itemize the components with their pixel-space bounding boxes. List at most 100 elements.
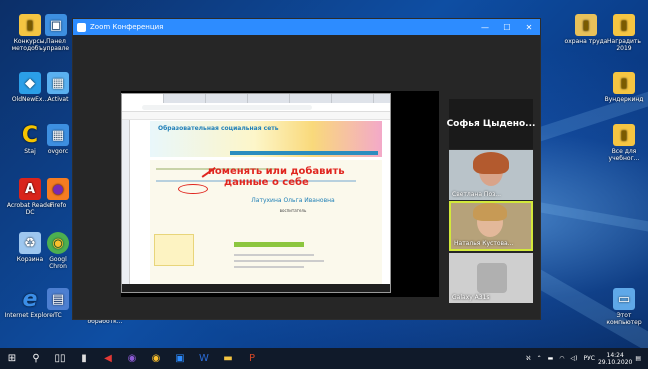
desktop-icon-ovgorc[interactable]: ▦ ovgorc xyxy=(40,124,76,155)
browser-tab xyxy=(122,94,164,103)
desktop-icon-label: Googl Chron xyxy=(49,256,67,270)
zoom-meeting-area: Образовательная социальная сеть Латухина… xyxy=(73,35,540,319)
desktop: ▮ Конкурсы, методобъ... ▣ Панел управле … xyxy=(0,0,648,348)
annotation-line: поменять или добавить xyxy=(208,166,345,177)
site-banner: Образовательная социальная сеть xyxy=(150,121,382,157)
shared-screen[interactable]: Образовательная социальная сеть Латухина… xyxy=(121,91,439,297)
chrome-icon[interactable]: ◉ xyxy=(144,348,168,369)
document-icon: ▮ xyxy=(575,14,597,36)
app-icon: ◆ xyxy=(19,72,41,94)
computer-icon: ▭ xyxy=(613,288,635,310)
zoom-logo-icon xyxy=(77,22,86,32)
desktop-icon-vunderkind[interactable]: ▮ Вундеркинд xyxy=(600,72,648,103)
wifi-icon[interactable]: ◠ xyxy=(559,355,564,362)
participant-name: Софья Цыдено... xyxy=(446,119,536,129)
app-red-icon[interactable]: ◀ xyxy=(96,348,120,369)
clock-date: 29.10.2020 xyxy=(597,358,633,366)
content-line xyxy=(234,260,324,262)
zoom-titlebar[interactable]: Zoom Конференция — ☐ ✕ xyxy=(73,19,540,35)
language-indicator[interactable]: РУС xyxy=(584,355,595,362)
shared-taskbar xyxy=(122,284,390,292)
site-nav-bar xyxy=(230,151,378,155)
folder-icon: ▮ xyxy=(613,72,635,94)
desktop-icon-activat[interactable]: ▦ Activat xyxy=(40,72,76,103)
desktop-icon-vse-dlya[interactable]: ▮ Все для учебног... xyxy=(600,124,648,162)
desktop-icon-tc[interactable]: ▤ TC xyxy=(40,288,76,319)
zoom-window: Zoom Конференция — ☐ ✕ Образовательная с… xyxy=(72,18,541,320)
browser-tabs xyxy=(122,94,390,103)
desktop-icon-nagradit[interactable]: ▮ Наградить 2019 xyxy=(600,14,648,52)
desktop-icon-label: TC xyxy=(54,312,62,319)
browser-tab xyxy=(332,94,374,103)
content-line xyxy=(234,254,314,256)
viber-icon[interactable]: ◉ xyxy=(120,348,144,369)
desktop-icon-firefox[interactable]: ● Firefo xyxy=(40,178,76,209)
desktop-icon-label: Вундеркинд xyxy=(604,96,644,103)
desktop-icon-label: ovgorc xyxy=(47,148,69,155)
folder-icon: ▮ xyxy=(613,14,635,36)
participant-name: Galaxy A31s xyxy=(452,294,490,301)
clock-time: 14:24 xyxy=(606,351,624,359)
word-icon[interactable]: W xyxy=(192,348,216,369)
maximize-icon[interactable]: ☐ xyxy=(496,23,518,32)
zoom-icon[interactable]: ▣ xyxy=(168,348,192,369)
participant-name-card[interactable]: Софья Цыдено... xyxy=(446,99,536,149)
c-logo-icon: C xyxy=(21,122,39,148)
search-icon[interactable]: ⚲ xyxy=(24,348,48,369)
desktop-icon-this-pc[interactable]: ▭ Этот компьютер xyxy=(600,288,648,326)
internet-explorer-icon: e xyxy=(22,286,38,312)
content-line xyxy=(234,266,304,268)
close-icon[interactable]: ✕ xyxy=(518,23,540,32)
volume-icon[interactable]: ◁) xyxy=(571,355,578,362)
annotation-line: данные о себе xyxy=(224,177,309,188)
browser-side-panel xyxy=(122,120,130,285)
clock[interactable]: 14:24 29.10.2020 xyxy=(598,352,632,366)
annotation-ellipse xyxy=(178,184,208,194)
browser-tab xyxy=(164,94,206,103)
zoom-window-title: Zoom Конференция xyxy=(90,23,164,31)
desktop-icon-label: Activat xyxy=(47,96,69,103)
participant-video-tile-active[interactable]: Наталья Кустова... xyxy=(449,201,533,251)
participant-hair xyxy=(473,203,507,221)
tray-a-icon[interactable]: ℵ xyxy=(526,355,530,362)
control-panel-icon: ▣ xyxy=(45,14,67,36)
shared-browser-window: Образовательная социальная сеть Латухина… xyxy=(121,93,391,293)
desktop-icon-control-panel[interactable]: ▣ Панел управле xyxy=(36,14,76,52)
chevron-up-icon[interactable]: ⌃ xyxy=(537,355,542,362)
app-icon: ▦ xyxy=(47,72,69,94)
address-bar xyxy=(122,103,390,112)
browser-tab xyxy=(206,94,248,103)
participant-hair xyxy=(473,152,509,174)
app-icon: ▦ xyxy=(47,124,69,146)
browser-tab xyxy=(290,94,332,103)
firefox-icon: ● xyxy=(47,178,69,200)
desktop-icon-chrome[interactable]: ◉ Googl Chron xyxy=(40,232,76,270)
chrome-icon: ◉ xyxy=(47,232,69,254)
bookmarks-bar xyxy=(122,112,390,120)
task-view-icon[interactable]: ▯▯ xyxy=(48,348,72,369)
system-tray: ℵ ⌃ ▬ ◠ ◁) РУС 14:24 29.10.2020 ▤ xyxy=(523,348,644,369)
participant-name: Светлана Поз... xyxy=(452,191,502,198)
recycle-bin-icon: ♻ xyxy=(19,232,41,254)
acrobat-icon: A xyxy=(19,178,41,200)
minimize-icon[interactable]: — xyxy=(474,23,496,32)
participant-image xyxy=(477,263,507,293)
network-icon[interactable]: ▬ xyxy=(548,355,554,362)
desktop-icon-label: Наградить 2019 xyxy=(607,38,641,52)
file-icon[interactable]: ▮ xyxy=(72,348,96,369)
participant-name: Наталья Кустова... xyxy=(454,240,514,247)
annotation-text: поменять или добавить данные о себе xyxy=(208,166,345,188)
address-field xyxy=(142,104,312,110)
participant-video-tile[interactable]: Galaxy A31s xyxy=(449,253,533,303)
file-explorer-icon[interactable]: ▬ xyxy=(216,348,240,369)
participant-video-tile[interactable]: Светлана Поз... xyxy=(449,150,533,200)
folder-icon: ▮ xyxy=(613,124,635,146)
desktop-icon-label: Этот компьютер xyxy=(606,312,642,326)
progress-bar xyxy=(234,242,304,247)
site-title: Образовательная социальная сеть xyxy=(158,125,279,132)
notification-icon[interactable]: ▤ xyxy=(635,355,641,362)
powerpoint-icon[interactable]: P xyxy=(240,348,264,369)
windows-start-icon[interactable]: ⊞ xyxy=(0,348,24,369)
windows-taskbar: ⊞ ⚲ ▯▯ ▮ ◀ ◉ ◉ ▣ W ▬ P ℵ ⌃ ▬ ◠ ◁) РУС 14… xyxy=(0,348,648,369)
browser-tab xyxy=(248,94,290,103)
